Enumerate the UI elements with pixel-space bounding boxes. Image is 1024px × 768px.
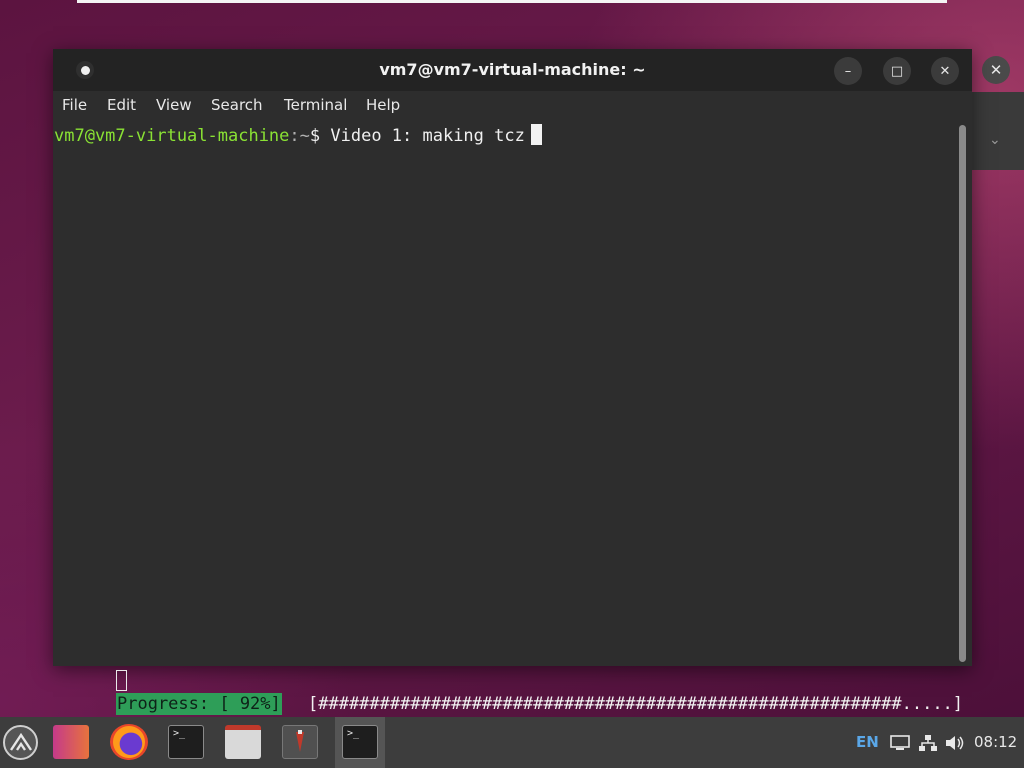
progress-bar-text: [#######################################… bbox=[308, 694, 964, 714]
menu-edit[interactable]: Edit bbox=[107, 96, 136, 114]
menu-terminal[interactable]: Terminal bbox=[284, 96, 347, 114]
display-icon[interactable] bbox=[890, 717, 912, 768]
terminal-icon[interactable]: >_ bbox=[168, 725, 204, 759]
progress-label: Progress: [ 92%] bbox=[116, 693, 282, 715]
prompt-symbol: $ bbox=[309, 126, 321, 146]
clock[interactable]: 08:12 bbox=[974, 717, 1017, 768]
window-menu-icon[interactable] bbox=[76, 61, 94, 79]
close-button[interactable]: ✕ bbox=[931, 57, 959, 85]
application-icon[interactable] bbox=[282, 725, 318, 759]
terminal-icon[interactable]: >_ bbox=[342, 725, 378, 759]
terminal-window: vm7@vm7-virtual-machine: ~ – □ ✕ File Ed… bbox=[53, 49, 972, 666]
menu-search[interactable]: Search bbox=[211, 96, 263, 114]
background-window-edge bbox=[77, 0, 947, 3]
menu-file[interactable]: File bbox=[62, 96, 87, 114]
titlebar[interactable]: vm7@vm7-virtual-machine: ~ – □ ✕ bbox=[53, 49, 972, 91]
color-palette-icon[interactable] bbox=[53, 725, 89, 759]
menu-help[interactable]: Help bbox=[366, 96, 400, 114]
menu-view[interactable]: View bbox=[156, 96, 192, 114]
minimize-button[interactable]: – bbox=[834, 57, 862, 85]
network-icon[interactable] bbox=[918, 717, 940, 768]
maximize-button[interactable]: □ bbox=[883, 57, 911, 85]
taskbar: >_ >_ EN 08:12 bbox=[0, 717, 1024, 768]
volume-icon[interactable] bbox=[945, 717, 967, 768]
typed-command: Video 1: making tcz bbox=[320, 126, 525, 146]
background-window-panel: ⌄ bbox=[972, 92, 1024, 170]
start-menu-icon[interactable] bbox=[3, 725, 38, 760]
firefox-icon[interactable] bbox=[110, 724, 148, 760]
background-window-close-button[interactable]: ✕ bbox=[982, 56, 1010, 84]
terminal-output[interactable]: vm7@vm7-virtual-machine:~$ Video 1: maki… bbox=[53, 119, 953, 666]
prompt-line: vm7@vm7-virtual-machine:~$ Video 1: maki… bbox=[54, 124, 542, 146]
prompt-user-host: vm7@vm7-virtual-machine bbox=[54, 126, 290, 146]
background-terminal-cursor bbox=[116, 670, 127, 691]
menu-bar: File Edit View Search Terminal Help bbox=[53, 91, 972, 119]
text-cursor bbox=[530, 124, 542, 145]
file-manager-icon[interactable] bbox=[225, 725, 261, 759]
language-indicator[interactable]: EN bbox=[856, 717, 879, 768]
chevron-down-icon[interactable]: ⌄ bbox=[989, 132, 1001, 148]
prompt-path: :~ bbox=[289, 126, 310, 146]
scrollbar[interactable] bbox=[959, 125, 966, 662]
